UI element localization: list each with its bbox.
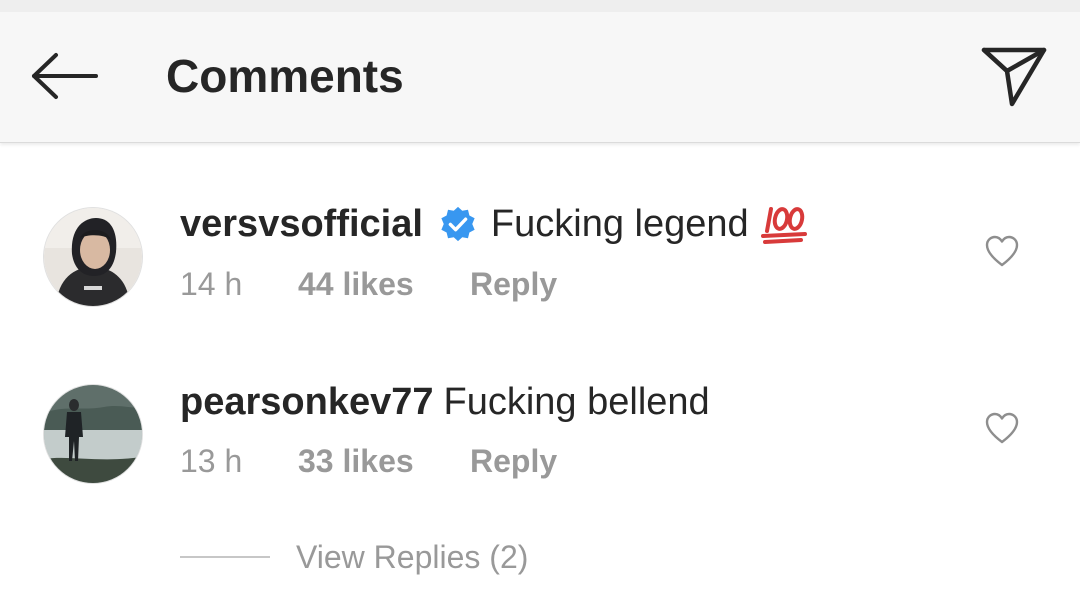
reply-button[interactable]: Reply — [470, 441, 557, 481]
comment-text: Fucking bellend — [443, 381, 710, 423]
view-replies-label: View Replies (2) — [296, 539, 529, 575]
comments-header: Comments — [0, 12, 1080, 143]
comment-line: pearsonkev77 Fucking bellend — [180, 378, 710, 426]
comment-username[interactable]: pearsonkev77 — [180, 378, 434, 426]
page-title: Comments — [166, 50, 404, 102]
like-heart-icon[interactable] — [984, 234, 1020, 268]
share-button[interactable] — [976, 44, 1052, 110]
view-replies-button[interactable]: View Replies (2) — [180, 537, 528, 577]
status-bar-strip — [0, 0, 1080, 12]
replies-divider — [180, 556, 270, 558]
comment-time: 14 h — [180, 266, 243, 302]
comment-text: Fucking legend — [490, 203, 749, 245]
reply-button[interactable]: Reply — [470, 264, 557, 304]
avatar[interactable] — [44, 208, 142, 306]
comment-username[interactable]: versvsofficial — [180, 200, 423, 248]
avatar[interactable] — [44, 385, 142, 483]
verified-badge-icon — [439, 205, 477, 243]
user-photo-lakeside — [44, 385, 142, 483]
comment-likes[interactable]: 33 likes — [298, 441, 470, 481]
arrow-left-icon — [32, 53, 98, 99]
paper-plane-icon — [981, 47, 1047, 107]
hundred-points-icon — [760, 203, 809, 245]
comment-time: 13 h — [180, 443, 243, 479]
back-button[interactable] — [28, 46, 102, 106]
comment-likes[interactable]: 44 likes — [298, 264, 470, 304]
user-photo-hooded-man — [44, 208, 142, 306]
like-heart-icon[interactable] — [984, 411, 1020, 445]
comment-meta: 14 h 44 likes Reply — [180, 264, 557, 304]
comment-meta: 13 h 33 likes Reply — [180, 441, 557, 481]
comment-line: versvsofficial Fucking legend — [180, 200, 809, 248]
